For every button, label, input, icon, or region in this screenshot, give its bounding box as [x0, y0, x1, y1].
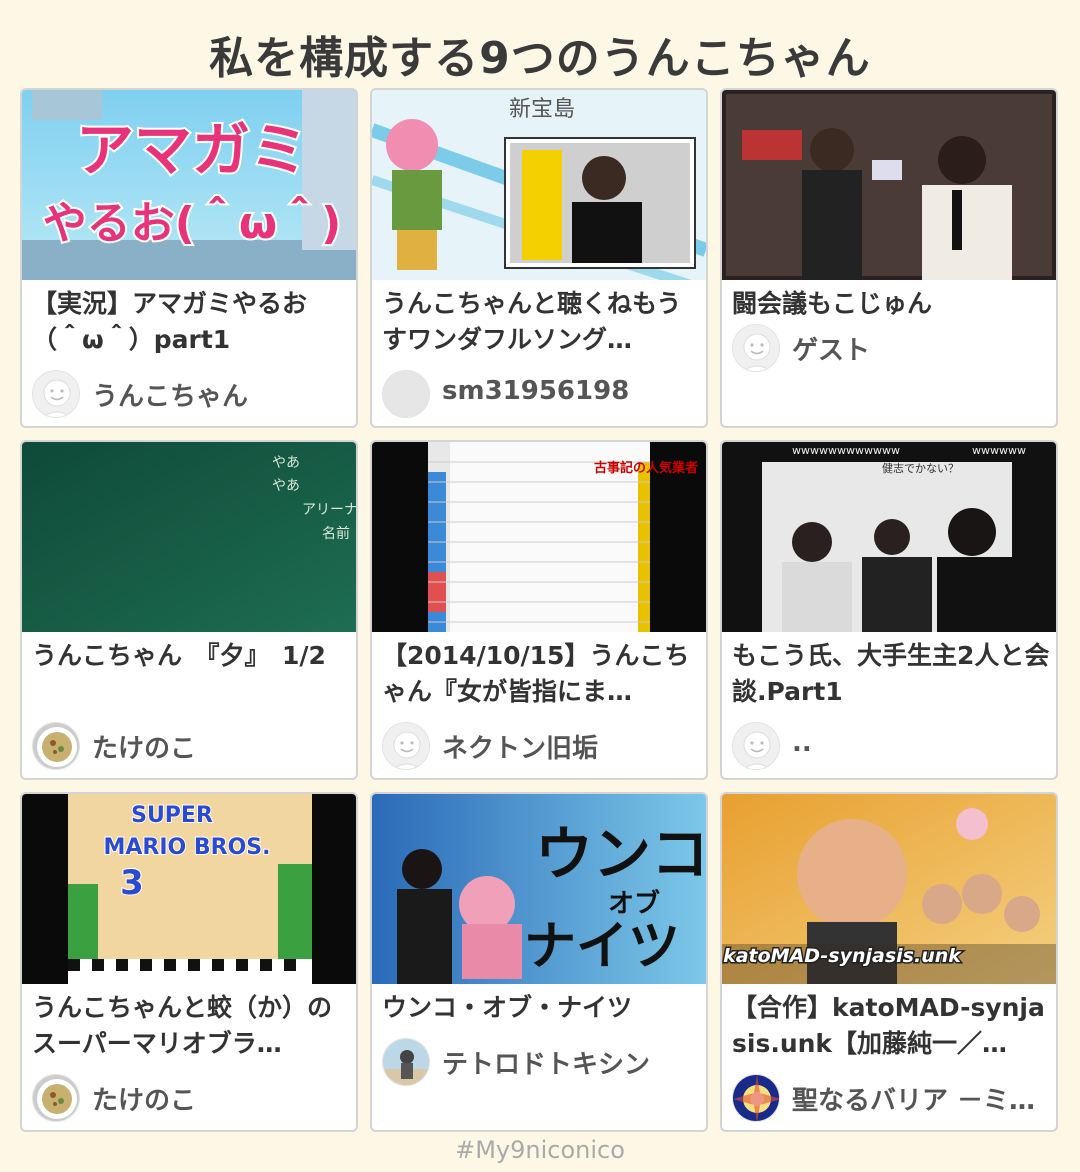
thumb-text: やあ — [272, 478, 300, 494]
video-title[interactable]: もこう氏、大手生主2人と会談.Part1 — [732, 638, 1050, 710]
food-photo-avatar — [32, 1074, 80, 1122]
thumb-text: ナイツ — [524, 916, 680, 977]
thumb-text: アリーナ — [302, 502, 356, 518]
video-title[interactable]: うんこちゃんと聴くねもうすワンダフルソング… — [382, 286, 700, 358]
video-title[interactable]: 【2014/10/15】うんこちゃん『女が皆指にま… — [382, 638, 700, 710]
owner-info[interactable]: ゲスト — [732, 322, 1050, 374]
video-title[interactable]: うんこちゃんと蛟（か）のスーパーマリオブラ… — [32, 990, 350, 1062]
burst-avatar — [732, 1074, 780, 1122]
video-card[interactable]: katoMAD-synjasis.unk 【合作】katoMAD-synjasi… — [720, 792, 1058, 1132]
thumb-text: wwwwww — [972, 444, 1026, 457]
thumb-text: やるお(＾ω＾) — [43, 195, 341, 249]
video-thumbnail[interactable] — [722, 90, 1056, 280]
owner-info[interactable]: うんこちゃん — [32, 368, 350, 420]
owner-info[interactable]: .. — [732, 720, 1050, 772]
video-thumbnail[interactable]: アマガミ やるお(＾ω＾) — [22, 90, 356, 280]
thumb-text: 新宝島 — [509, 97, 575, 122]
hashtag-footer: #My9niconico — [455, 1136, 625, 1164]
video-card[interactable]: やあ やあ アリーナ 名前 うんこちゃん 『夕』 1/2 たけのこ — [20, 440, 358, 780]
video-thumbnail[interactable]: SUPER MARIO BROS. 3 — [22, 794, 356, 984]
video-thumbnail[interactable]: katoMAD-synjasis.unk — [722, 794, 1056, 984]
owner-info[interactable]: sm31956198 — [382, 368, 700, 420]
thumb-text: オブ — [608, 888, 660, 919]
video-thumbnail[interactable]: ウンコ オブ ナイツ — [372, 794, 706, 984]
video-card[interactable]: アマガミ やるお(＾ω＾) 【実況】アマガミやるお（＾ω＾）part1 うんこち… — [20, 88, 358, 428]
thumb-text: 健志でかない？ — [882, 462, 959, 475]
owner-name: sm31956198 — [442, 376, 630, 406]
owner-info[interactable]: テトロドトキシン — [382, 1036, 700, 1088]
video-card[interactable]: 古事記の人気業者 【2014/10/15】うんこちゃん『女が皆指にま… ネクトン… — [370, 440, 708, 780]
owner-info[interactable]: ネクトン旧垢 — [382, 720, 700, 772]
thumb-text: やあ — [272, 455, 300, 471]
owner-name: うんこちゃん — [92, 382, 249, 412]
thumb-text: ウンコ — [535, 820, 706, 888]
owner-name: 聖なるバリア －ミ… — [792, 1086, 1036, 1116]
default-face-icon — [732, 324, 780, 372]
video-card[interactable]: 新宝島 うんこちゃんと聴くねもうすワンダフルソング… sm31956198 — [370, 88, 708, 428]
page-title: 私を構成する9つのうんこちゃん — [209, 33, 871, 84]
owner-name: .. — [792, 728, 812, 758]
blank-avatar — [382, 370, 430, 418]
owner-info[interactable]: 聖なるバリア －ミ… — [732, 1072, 1050, 1124]
owner-name: テトロドトキシン — [442, 1050, 651, 1080]
photo-avatar — [382, 1038, 430, 1086]
video-title[interactable]: うんこちゃん 『夕』 1/2 — [32, 638, 350, 710]
thumb-text: MARIO BROS. — [103, 835, 270, 860]
thumb-text: wwwwwwwwwwww — [792, 444, 900, 457]
default-face-icon — [32, 370, 80, 418]
default-face-icon — [382, 722, 430, 770]
owner-name: たけのこ — [92, 734, 197, 764]
owner-info[interactable]: たけのこ — [32, 1072, 350, 1124]
owner-name: ネクトン旧垢 — [442, 734, 599, 764]
default-face-icon — [732, 722, 780, 770]
video-thumbnail[interactable]: 古事記の人気業者 — [372, 442, 706, 632]
video-thumbnail[interactable]: wwwwwwwwwwww wwwwww 健志でかない？ — [722, 442, 1056, 632]
video-title[interactable]: 【実況】アマガミやるお（＾ω＾）part1 — [32, 286, 350, 358]
video-card[interactable]: wwwwwwwwwwww wwwwww 健志でかない？ もこう氏、大手生主2人と… — [720, 440, 1058, 780]
video-thumbnail[interactable]: やあ やあ アリーナ 名前 — [22, 442, 356, 632]
video-grid: アマガミ やるお(＾ω＾) 【実況】アマガミやるお（＾ω＾）part1 うんこち… — [20, 88, 1060, 1132]
thumb-text: 名前 — [322, 525, 350, 542]
owner-name: ゲスト — [792, 336, 871, 366]
video-card[interactable]: ウンコ オブ ナイツ ウンコ・オブ・ナイツ テトロドトキシン — [370, 792, 708, 1132]
video-thumbnail[interactable]: 新宝島 — [372, 90, 706, 280]
thumb-text: SUPER — [131, 803, 213, 828]
video-card[interactable]: SUPER MARIO BROS. 3 うんこちゃんと蛟（か）のスーパーマリオブ… — [20, 792, 358, 1132]
thumb-text: katoMAD-synjasis.unk — [723, 945, 962, 967]
food-photo-avatar — [32, 722, 80, 770]
owner-name: たけのこ — [92, 1086, 197, 1116]
video-title[interactable]: 【合作】katoMAD-synjasis.unk【加藤純一／… — [732, 990, 1050, 1062]
video-card[interactable]: 闘会議もこじゅん ゲスト — [720, 88, 1058, 428]
thumb-text: 3 — [120, 863, 144, 903]
thumb-text: アマガミ — [76, 116, 308, 184]
thumb-text: 古事記の人気業者 — [594, 460, 698, 476]
owner-info[interactable]: たけのこ — [32, 720, 350, 772]
